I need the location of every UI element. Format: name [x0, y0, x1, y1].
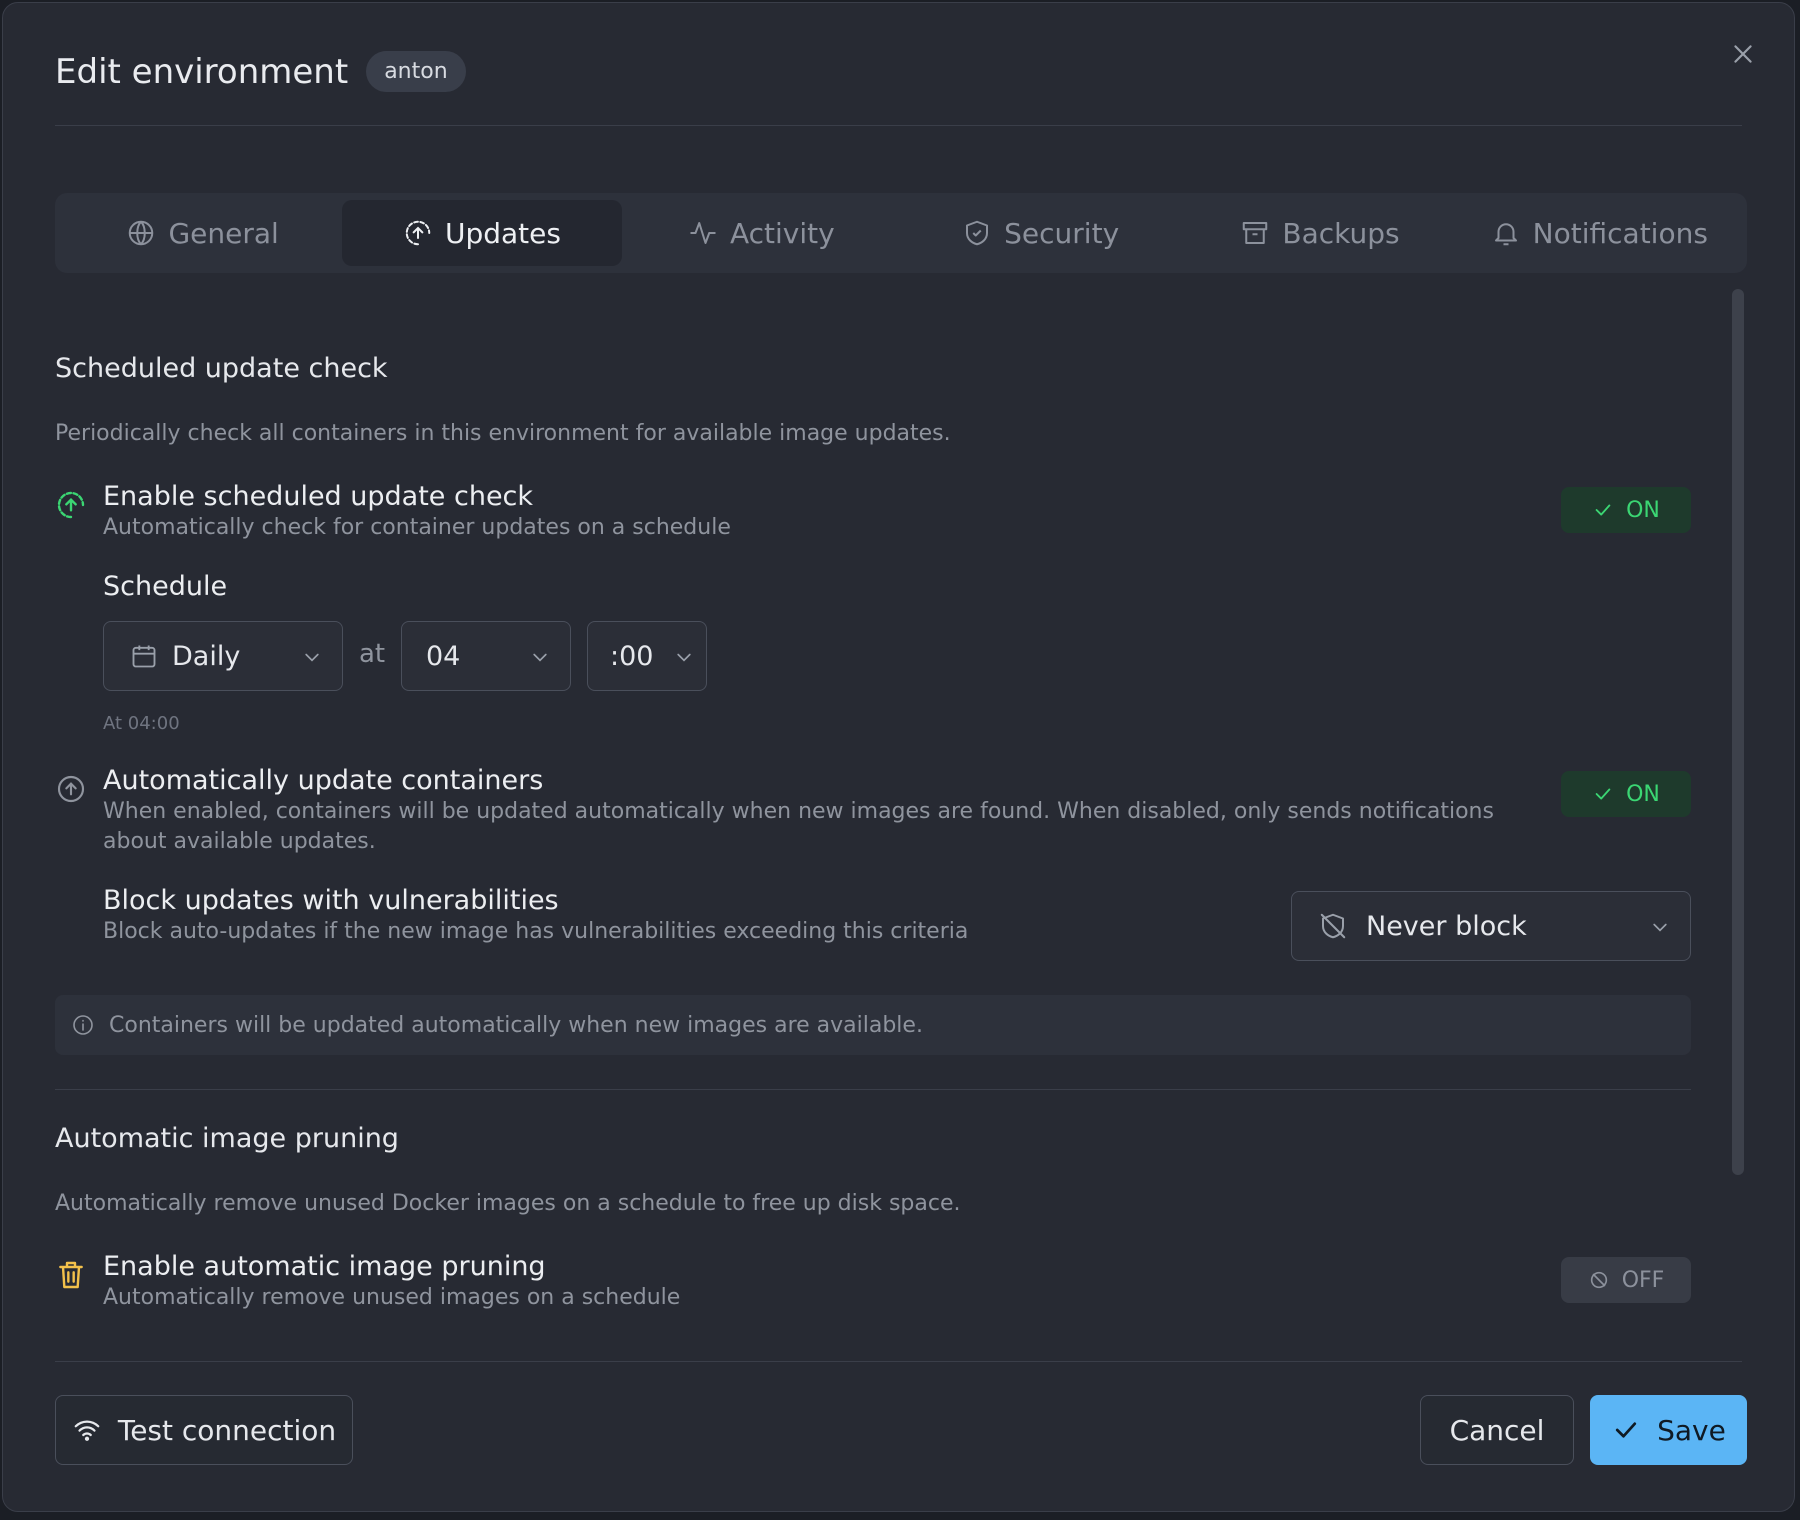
bell-icon — [1494, 223, 1517, 246]
schedule-label: Schedule — [103, 571, 228, 602]
chevron-down-icon — [677, 653, 691, 662]
auto-update-title: Automatically update containers — [103, 765, 544, 796]
cancel-button[interactable]: Cancel — [1420, 1395, 1574, 1465]
tab-label: Notifications — [1532, 216, 1708, 250]
chevron-down-icon — [1653, 923, 1667, 932]
tab-label: Security — [1004, 216, 1120, 250]
check-icon — [1595, 788, 1611, 800]
tab-updates[interactable]: Updates — [342, 200, 622, 266]
toggle-label: OFF — [1621, 1267, 1665, 1293]
dialog-title: Edit environment — [55, 51, 349, 92]
frequency-select[interactable]: Daily — [103, 621, 343, 691]
tab-backups[interactable]: Backups — [1180, 200, 1459, 266]
dialog-header: Edit environment anton — [55, 51, 466, 92]
disabled-icon — [1590, 1271, 1607, 1289]
tab-bar: General Updates Activity Security Backup… — [55, 193, 1747, 273]
update-icon — [405, 220, 431, 246]
tab-label: Updates — [444, 216, 561, 250]
shield-icon — [966, 220, 989, 246]
scheduled-update-icon — [57, 491, 85, 519]
enable-pruning-title: Enable automatic image pruning — [103, 1251, 546, 1282]
info-icon — [73, 1015, 93, 1035]
shield-off-icon — [1320, 913, 1346, 939]
tab-label: Backups — [1282, 216, 1400, 250]
chevron-down-icon — [305, 653, 319, 662]
enable-scheduled-subtitle: Automatically check for container update… — [103, 515, 731, 540]
archive-icon — [1243, 222, 1268, 244]
calendar-icon — [132, 645, 156, 668]
section-title-pruning: Automatic image pruning — [55, 1123, 399, 1154]
wifi-icon — [74, 1420, 100, 1441]
updates-panel: Scheduled update check Periodically chec… — [55, 293, 1691, 1333]
test-connection-button[interactable]: Test connection — [55, 1395, 353, 1465]
minute-select[interactable]: :00 — [587, 621, 707, 691]
tab-notifications[interactable]: Notifications — [1460, 200, 1739, 266]
at-label: at — [359, 639, 386, 669]
tab-security[interactable]: Security — [901, 200, 1180, 266]
trash-icon — [59, 1261, 83, 1289]
check-icon — [1595, 504, 1611, 516]
schedule-summary: At 04:00 — [103, 713, 180, 734]
tab-label: General — [168, 216, 279, 250]
footer-divider — [55, 1361, 1742, 1362]
hour-value: 04 — [426, 640, 461, 672]
enable-scheduled-title: Enable scheduled update check — [103, 481, 534, 512]
section-title-scheduled: Scheduled update check — [55, 353, 388, 384]
pruning-toggle[interactable]: OFF — [1561, 1257, 1691, 1303]
environment-badge: anton — [366, 51, 466, 92]
tab-general[interactable]: General — [63, 200, 342, 266]
section-description-scheduled: Periodically check all containers in thi… — [55, 421, 951, 446]
toggle-label: ON — [1626, 497, 1660, 523]
globe-icon — [129, 220, 154, 246]
frequency-value: Daily — [172, 640, 241, 672]
block-vulnerabilities-subtitle: Block auto-updates if the new image has … — [103, 919, 969, 944]
block-vulnerabilities-title: Block updates with vulnerabilities — [103, 885, 559, 916]
tab-label: Activity — [729, 216, 835, 250]
vulnerability-block-value: Never block — [1366, 910, 1527, 942]
save-label: Save — [1657, 1413, 1726, 1447]
section-divider — [55, 1089, 1691, 1090]
check-icon — [1616, 1422, 1637, 1438]
close-icon[interactable] — [1730, 41, 1756, 67]
auto-update-toggle[interactable]: ON — [1561, 771, 1691, 817]
minute-value: :00 — [610, 640, 654, 672]
test-connection-label: Test connection — [117, 1413, 337, 1447]
auto-update-subtitle: When enabled, containers will be updated… — [103, 799, 1494, 854]
arrow-up-circle-icon — [57, 775, 85, 803]
enable-pruning-subtitle: Automatically remove unused images on a … — [103, 1285, 681, 1310]
scheduled-check-toggle[interactable]: ON — [1561, 487, 1691, 533]
auto-update-info: Containers will be updated automatically… — [55, 995, 1691, 1055]
info-text: Containers will be updated automatically… — [109, 1012, 923, 1038]
activity-icon — [690, 222, 716, 244]
edit-environment-dialog: Edit environment anton General Updates A… — [2, 2, 1795, 1512]
tab-activity[interactable]: Activity — [622, 200, 901, 266]
header-divider — [55, 125, 1742, 126]
vulnerability-block-select[interactable]: Never block — [1291, 891, 1691, 961]
save-button[interactable]: Save — [1590, 1395, 1747, 1465]
toggle-label: ON — [1626, 781, 1660, 807]
cancel-label: Cancel — [1449, 1413, 1545, 1447]
scrollbar[interactable] — [1732, 289, 1744, 1175]
section-description-pruning: Automatically remove unused Docker image… — [55, 1191, 961, 1216]
chevron-down-icon — [533, 653, 547, 662]
hour-select[interactable]: 04 — [401, 621, 571, 691]
